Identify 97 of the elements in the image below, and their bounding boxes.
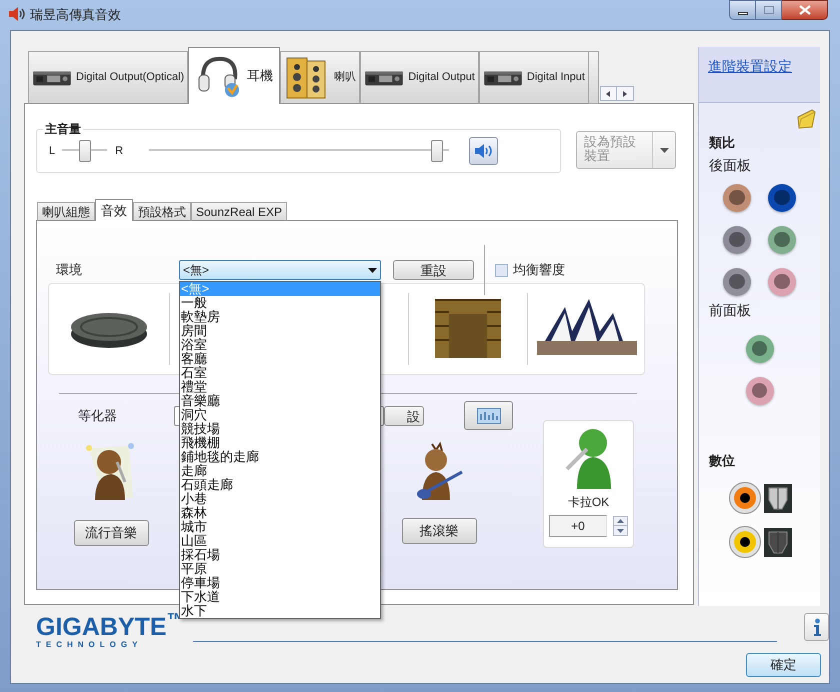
dropdown-option[interactable]: 浴室 xyxy=(180,338,380,352)
left-label: L xyxy=(49,144,56,159)
dropdown-option[interactable]: 採石場 xyxy=(180,548,380,562)
scroll-left-button[interactable] xyxy=(600,86,617,101)
volume-slider[interactable] xyxy=(149,140,450,162)
audio-jack[interactable] xyxy=(723,226,751,254)
equalizer-icon xyxy=(476,408,500,424)
rca-jack[interactable] xyxy=(729,482,761,514)
effect-tab[interactable]: 音效 xyxy=(95,199,133,221)
dropdown-option[interactable]: 平原 xyxy=(180,562,380,576)
dropdown-option[interactable]: 禮堂 xyxy=(180,380,380,394)
dropdown-option[interactable]: 森林 xyxy=(180,506,380,520)
dropdown-option[interactable]: 競技場 xyxy=(180,422,380,436)
minimize-button[interactable] xyxy=(729,0,756,20)
dropdown-option[interactable]: 鋪地毯的走廊 xyxy=(180,450,380,464)
dropdown-caret-icon xyxy=(368,268,377,272)
equalizer-label: 等化器 xyxy=(78,406,118,425)
environment-label: 環境 xyxy=(56,261,83,280)
audio-jack[interactable] xyxy=(746,334,774,362)
dropdown-option[interactable]: 石頭走廊 xyxy=(180,478,380,492)
receiver-icon xyxy=(364,68,404,86)
section-label: 數位 xyxy=(709,452,736,470)
dropdown-option[interactable]: 一般 xyxy=(180,296,380,310)
audio-jack[interactable] xyxy=(723,184,751,212)
close-button[interactable] xyxy=(782,0,828,20)
receiver-icon xyxy=(32,68,72,86)
dropdown-option[interactable]: 停車場 xyxy=(180,576,380,590)
down-arrow-icon xyxy=(617,528,624,532)
spin-down-button[interactable] xyxy=(613,526,628,536)
device-tab[interactable]: Digital Input xyxy=(478,51,589,104)
section-label: 前面板 xyxy=(709,300,752,320)
maximize-icon xyxy=(764,6,774,14)
device-tab[interactable]: Digital Output(Optical) xyxy=(28,51,188,104)
dropdown-list[interactable]: <無> 一般 軟墊房 房間 浴室 客廳 石室 禮堂 音樂廳 洞穴 競技場 飛機棚 鋪地毯的走廊 走廊 石頭走廊 小巷 森林 城市 山區 採石場 平原 停車場 下水道 水下 xyxy=(179,281,381,619)
audio-jack[interactable] xyxy=(723,268,751,296)
audio-jack[interactable] xyxy=(746,376,774,404)
optical-port-icon xyxy=(764,484,792,512)
scroll-right-button[interactable] xyxy=(616,86,634,101)
ok-button[interactable]: 確定 xyxy=(746,653,821,677)
info-button[interactable] xyxy=(804,613,829,641)
section-label: 後面板 xyxy=(709,156,752,174)
dropdown-option[interactable]: 客廳 xyxy=(180,352,380,366)
dropdown-option[interactable]: 走廊 xyxy=(180,464,380,478)
preset-button[interactable]: 搖滾樂 xyxy=(402,518,476,544)
reset-button[interactable]: 重設 xyxy=(393,260,474,280)
number-field[interactable]: +0 xyxy=(549,515,607,537)
audio-jack[interactable] xyxy=(768,184,796,212)
device-tab[interactable]: 耳機 xyxy=(188,47,280,104)
dropdown-option[interactable]: 小巷 xyxy=(180,492,380,506)
minimize-icon xyxy=(738,12,748,14)
up-arrow-icon xyxy=(617,519,624,523)
effect-tab[interactable]: 喇叭組態 xyxy=(37,202,95,221)
dropdown-caret-icon xyxy=(660,148,668,152)
window-title: 瑞昱高傳真音效 xyxy=(30,6,121,24)
effect-tab[interactable]: 預設格式 xyxy=(133,202,191,221)
group-label: 主音量 xyxy=(43,120,83,138)
dropdown-option[interactable]: 房間 xyxy=(180,324,380,338)
speaker-icon xyxy=(8,6,26,22)
checkbox-label: 均衡響度 xyxy=(513,261,565,280)
slider-thumb[interactable] xyxy=(431,140,444,162)
optical-port-icon xyxy=(764,528,792,556)
logo-tagline: TECHNOLOGY xyxy=(36,640,144,649)
checkbox[interactable] xyxy=(495,264,508,276)
device-tab[interactable]: Digital Output xyxy=(360,51,479,104)
dropdown-option[interactable]: 飛機棚 xyxy=(180,436,380,450)
mute-button[interactable] xyxy=(469,137,498,165)
dropdown-option[interactable]: 洞穴 xyxy=(180,408,380,422)
dropdown-option[interactable]: 軟墊房 xyxy=(180,310,380,324)
receiver-icon xyxy=(482,68,523,86)
close-icon xyxy=(798,5,810,15)
section-label: 類比 xyxy=(709,134,736,152)
environment-dropdown[interactable]: <無> xyxy=(179,260,381,280)
balance-slider[interactable] xyxy=(62,140,108,162)
folder-icon xyxy=(796,109,816,129)
speaker-icon xyxy=(474,143,494,159)
dropdown-option[interactable]: 水下 xyxy=(180,604,380,618)
right-arrow-icon xyxy=(622,90,627,96)
reset-button[interactable]: 設 xyxy=(384,406,424,426)
maximize-button[interactable] xyxy=(756,0,782,20)
left-arrow-icon xyxy=(606,90,610,96)
advanced-settings-link[interactable]: 進階裝置設定 xyxy=(708,58,792,74)
effect-tab[interactable]: SounzReal EXP xyxy=(191,202,288,221)
spin-up-button[interactable] xyxy=(613,516,628,526)
dropdown-option[interactable]: 石室 xyxy=(180,366,380,380)
dropdown-option[interactable]: 音樂廳 xyxy=(180,394,380,408)
right-label: R xyxy=(115,144,124,159)
slider-thumb[interactable] xyxy=(78,140,91,162)
dropdown-option[interactable]: 山區 xyxy=(180,534,380,548)
preset-button[interactable]: 流行音樂 xyxy=(74,520,148,546)
dropdown-option[interactable]: 下水道 xyxy=(180,590,380,604)
dropdown-option[interactable]: 城市 xyxy=(180,520,380,534)
rca-jack[interactable] xyxy=(729,526,761,558)
info-icon xyxy=(812,618,820,636)
karaoke-label: 卡拉OK xyxy=(568,494,610,511)
device-tab[interactable]: 喇叭 xyxy=(280,51,360,104)
equalizer-button[interactable] xyxy=(464,401,513,430)
audio-jack[interactable] xyxy=(768,226,796,254)
